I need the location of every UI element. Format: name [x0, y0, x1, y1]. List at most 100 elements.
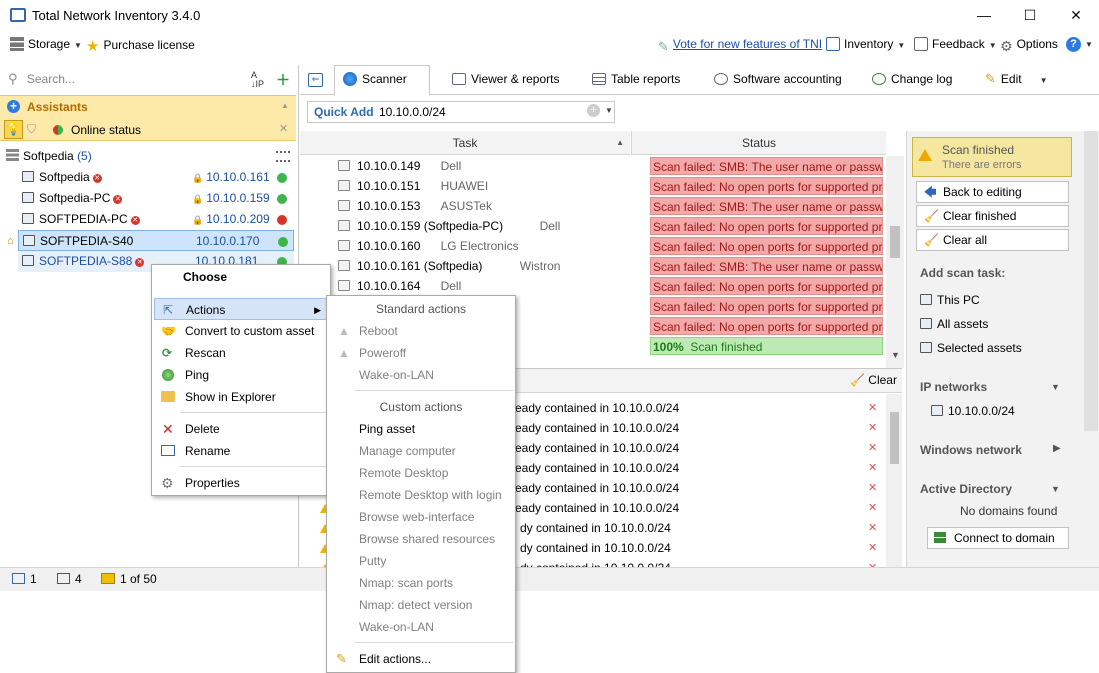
ip-networks-heading[interactable]: IP networks	[920, 380, 987, 394]
close-icon[interactable]: ✕	[279, 122, 288, 135]
view-toggle-icon[interactable]	[276, 151, 290, 162]
grid-row[interactable]: 10.10.0.149 Dell Scan failed: SMB: The use…	[300, 156, 886, 176]
collapse-icon[interactable]: ▲	[281, 101, 289, 110]
remove-icon[interactable]: ✕	[868, 458, 877, 478]
feedback-menu[interactable]: Feedback ▼	[914, 37, 997, 51]
tab-scanner[interactable]: Scanner	[334, 65, 430, 96]
chevron-down-icon[interactable]: ▼	[891, 350, 900, 360]
tree-host-row[interactable]: Softpedia-PC ✕ 🔒 10.10.0.159	[0, 188, 296, 209]
help-menu[interactable]: ? ▼	[1066, 36, 1093, 52]
all-assets-link[interactable]: All assets	[920, 317, 988, 331]
minimize-button[interactable]: —	[961, 0, 1007, 30]
quick-add-value[interactable]: 10.10.0.0/24	[379, 105, 446, 119]
host-name: SOFTPEDIA-S40	[40, 234, 134, 248]
back-icon[interactable]: ⇐	[308, 73, 323, 87]
tab-viewer[interactable]: Viewer & reports	[452, 71, 559, 95]
tab-table-reports[interactable]: Table reports	[592, 71, 680, 95]
network-item[interactable]: 10.10.0.0/24	[931, 404, 1015, 418]
grid-row[interactable]: 10.10.0.164 Dell Scan failed: No open port…	[300, 276, 886, 296]
network-icon	[57, 573, 70, 584]
quick-add-field[interactable]: Quick Add 10.10.0.0/24 + ▼	[307, 101, 615, 123]
filter-icon[interactable]: ⛉	[27, 122, 43, 138]
selected-assets-link[interactable]: Selected assets	[920, 341, 1022, 355]
clear-finished-button[interactable]: 🧹 Clear finished	[916, 205, 1069, 227]
log-scrollbar[interactable]	[886, 394, 902, 568]
remove-icon[interactable]: ✕	[868, 518, 877, 538]
menu-item-reboot[interactable]: ▲ Reboot	[329, 320, 513, 342]
chevron-down-icon[interactable]: ▼	[605, 106, 613, 115]
menu-item-ping[interactable]: Ping	[154, 364, 328, 386]
tab-change-log[interactable]: Change log	[872, 71, 952, 95]
tree-host-row[interactable]: Softpedia ✕ 🔒 10.10.0.161	[0, 167, 296, 188]
menu-item-browse-shared[interactable]: Browse shared resources	[329, 528, 513, 550]
menu-item-remote-desktop-login[interactable]: Remote Desktop with login	[329, 484, 513, 506]
status-cell-error: Scan failed: No open ports for supported…	[650, 177, 883, 195]
menu-item-manage-computer[interactable]: Manage computer	[329, 440, 513, 462]
lightbulb-icon[interactable]: 💡	[4, 120, 23, 139]
plus-icon[interactable]: +	[7, 100, 20, 113]
menu-item-rename[interactable]: Rename	[154, 440, 328, 462]
menu-item-ping-asset[interactable]: Ping asset	[329, 418, 513, 440]
menu-item-delete[interactable]: ✕ Delete	[154, 418, 328, 440]
menu-item-browse-web[interactable]: Browse web-interface	[329, 506, 513, 528]
grid-row[interactable]: 10.10.0.153 ASUSTek Scan failed: SMB: The …	[300, 196, 886, 216]
chevron-down-icon[interactable]: ▼	[1051, 484, 1060, 494]
remove-icon[interactable]: ✕	[868, 398, 877, 418]
tree-host-row[interactable]: SOFTPEDIA-PC ✕ 🔒 10.10.0.209	[0, 209, 296, 230]
tree-host-row[interactable]: ⌂ SOFTPEDIA-S40 10.10.0.170	[7, 230, 294, 251]
search-input[interactable]: ⚲ Search... A ↓IP ＋	[8, 70, 290, 91]
column-status-header[interactable]: Status	[631, 131, 886, 155]
menu-item-actions[interactable]: ⇱ Actions ▶	[154, 298, 328, 320]
windows-network-heading[interactable]: Windows network	[920, 443, 1022, 457]
menu-item-nmap-version[interactable]: Nmap: detect version	[329, 594, 513, 616]
grid-row[interactable]: 10.10.0.160 LG Electronics Scan failed: No…	[300, 236, 886, 256]
column-task-header[interactable]: Task ▲	[300, 131, 630, 155]
tab-software[interactable]: Software accounting	[714, 71, 842, 95]
grid-row[interactable]: 10.10.0.159 (Softpedia-PC) Dell Scan faile…	[300, 216, 886, 236]
grid-row[interactable]: 10.10.0.151 HUAWEI Scan failed: No open po…	[300, 176, 886, 196]
clear-all-button[interactable]: 🧹 Clear all	[916, 229, 1069, 251]
menu-item-wake-on-lan[interactable]: Wake-on-LAN	[329, 364, 513, 386]
menu-item-wake-on-lan-custom[interactable]: Wake-on-LAN	[329, 616, 513, 638]
remove-icon[interactable]: ✕	[868, 478, 877, 498]
chevron-down-icon[interactable]: ▼	[1040, 76, 1048, 85]
inventory-menu[interactable]: Inventory ▼	[826, 37, 905, 51]
remove-icon[interactable]: ✕	[868, 418, 877, 438]
clear-log-button[interactable]: 🧹 Clear	[850, 373, 897, 387]
options-menu[interactable]: ⚙ Options	[1000, 37, 1058, 54]
purchase-license-button[interactable]: ★ Purchase license	[86, 37, 195, 55]
menu-item-properties[interactable]: ⚙ Properties	[154, 472, 328, 494]
menu-item-poweroff[interactable]: ▲ Poweroff	[329, 342, 513, 364]
connect-to-domain-button[interactable]: Connect to domain	[927, 527, 1069, 549]
remove-icon[interactable]: ✕	[868, 438, 877, 458]
remove-icon[interactable]: ✕	[868, 498, 877, 518]
menu-item-putty[interactable]: Putty	[329, 550, 513, 572]
tab-edit[interactable]: ✎ Edit ▼	[985, 71, 1048, 95]
menu-item-nmap-ports[interactable]: Nmap: scan ports	[329, 572, 513, 594]
chevron-right-icon[interactable]: ▶	[1053, 443, 1061, 454]
grid-row[interactable]: 10.10.0.161 (Softpedia) Wistron Scan faile…	[300, 256, 886, 276]
chevron-down-icon[interactable]: ▼	[1051, 382, 1060, 392]
remove-icon[interactable]: ✕	[868, 538, 877, 558]
tree-group-softpedia[interactable]: Softpedia (5)	[0, 146, 296, 167]
menu-item-remote-desktop[interactable]: Remote Desktop	[329, 462, 513, 484]
vote-link[interactable]: ✎ Vote for new features of TNI	[658, 37, 822, 54]
add-icon[interactable]: +	[587, 104, 600, 117]
storage-menu[interactable]: Storage ▼	[10, 37, 82, 51]
computer-icon	[22, 171, 34, 182]
active-directory-heading[interactable]: Active Directory	[920, 482, 1012, 496]
grid-scrollbar[interactable]: ▼	[886, 156, 904, 368]
menu-item-edit-actions[interactable]: ✎ Edit actions...	[329, 648, 513, 670]
menu-item-show-explorer[interactable]: Show in Explorer	[154, 386, 328, 408]
right-scrollbar[interactable]	[1084, 131, 1098, 431]
this-pc-link[interactable]: This PC	[920, 293, 980, 307]
menu-item-convert[interactable]: 🤝 Convert to custom asset	[154, 320, 328, 342]
menu-item-rescan[interactable]: ⟳ Rescan	[154, 342, 328, 364]
maximize-button[interactable]: ☐	[1007, 0, 1053, 30]
ip-sort-icon[interactable]: A ↓IP	[251, 71, 264, 89]
add-asset-icon[interactable]: ＋	[276, 70, 290, 90]
back-to-editing-button[interactable]: 🡄 Back to editing	[916, 181, 1069, 203]
close-button[interactable]: ✕	[1053, 0, 1099, 30]
scroll-thumb[interactable]	[890, 226, 900, 258]
scroll-thumb[interactable]	[890, 412, 899, 464]
